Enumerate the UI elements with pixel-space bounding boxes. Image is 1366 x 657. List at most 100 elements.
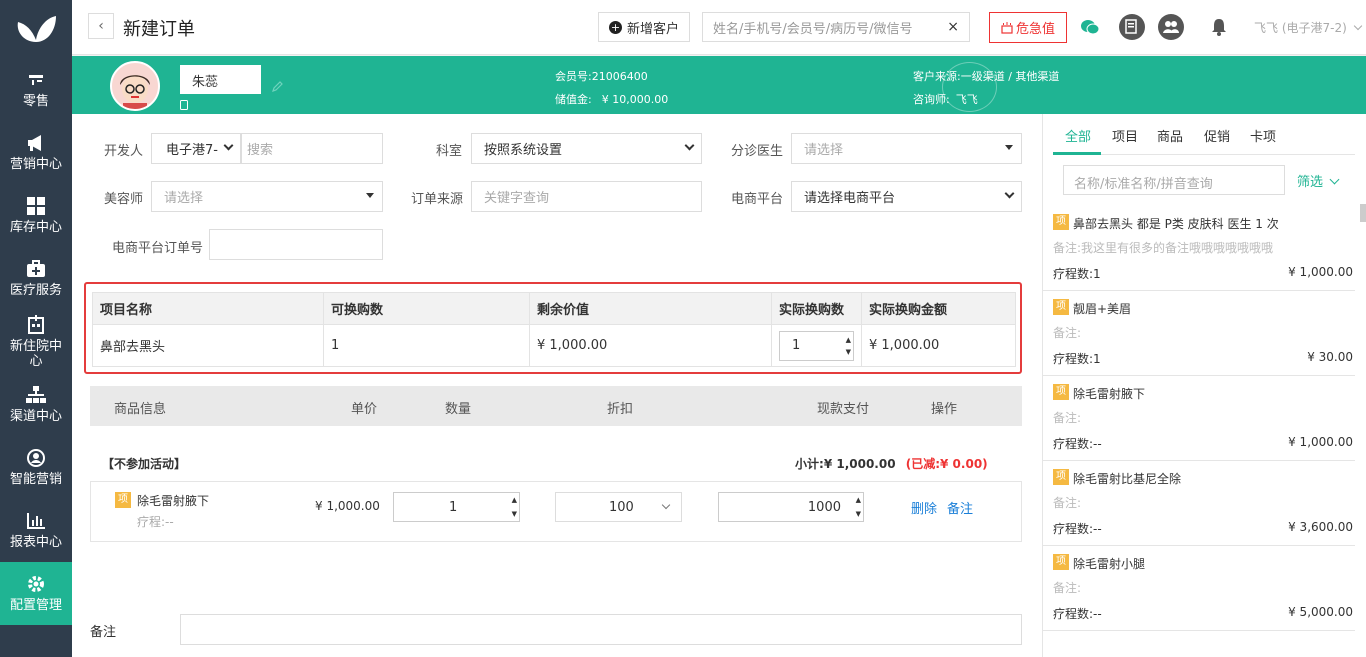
- nav-label: 渠道中心: [9, 409, 62, 424]
- beautician-select[interactable]: 请选择: [151, 181, 383, 212]
- customer-search-input[interactable]: 姓名/手机号/会员号/病历号/微信号 ×: [702, 12, 970, 42]
- subtotal: 小计:¥ 1,000.00 (已减:¥ 0.00): [795, 455, 988, 472]
- col-available: 可换购数: [323, 292, 530, 325]
- list-item[interactable]: 项 靓眉+美眉 备注: 疗程数:1 ¥ 30.00: [1043, 291, 1355, 376]
- table-row: 鼻部去黑头 1 ¥ 1,000.00 1 ▲ ▼ ¥ 1,000.00: [92, 324, 1016, 367]
- activity-label: 【不参加活动】: [102, 457, 187, 471]
- wechat-icon[interactable]: [1077, 14, 1103, 40]
- stepper-down-icon[interactable]: ▼: [512, 510, 517, 518]
- nav-item-channel[interactable]: 渠道中心: [0, 373, 72, 436]
- stored-balance: 储值金: ¥ 10,000.00: [555, 91, 668, 107]
- user-name-label: 飞飞 (电子港7-2): [1254, 21, 1347, 35]
- edit-icon[interactable]: [272, 80, 284, 92]
- list-item[interactable]: 项 除毛雷射比基尼全除 备注: 疗程数:-- ¥ 3,600.00: [1043, 461, 1355, 546]
- nav-label: 配置管理: [9, 598, 62, 613]
- list-item[interactable]: 项 除毛雷射小腿 备注: 疗程数:-- ¥ 5,000.00: [1043, 546, 1355, 631]
- nav-item-inpatient[interactable]: 新住院中心: [0, 310, 72, 373]
- item-title: 除毛雷射腋下: [1073, 387, 1146, 401]
- stepper-down-icon[interactable]: ▼: [856, 510, 861, 518]
- back-button[interactable]: ‹: [88, 13, 114, 39]
- order-source-label: 订单来源: [411, 192, 464, 207]
- caret-down-icon: [366, 193, 374, 198]
- stepper-up-icon[interactable]: ▲: [846, 336, 851, 344]
- megaphone-icon: [26, 133, 46, 153]
- tab-projects[interactable]: 项目: [1112, 126, 1138, 145]
- col-actions: 操作: [931, 402, 958, 417]
- picker-search-input[interactable]: 名称/标准名称/拼音查询: [1063, 165, 1285, 195]
- remark-link[interactable]: 备注: [947, 498, 973, 517]
- nav-item-config[interactable]: 配置管理: [0, 562, 72, 625]
- stepper-up-icon[interactable]: ▲: [512, 496, 517, 504]
- users-icon[interactable]: [1158, 14, 1184, 40]
- cash-stepper[interactable]: 1000 ▲ ▼: [718, 492, 864, 522]
- clear-icon[interactable]: ×: [947, 19, 959, 35]
- item-course: 疗程数:--: [1053, 522, 1102, 536]
- order-form: 开发人 电子港7- 搜索 科室 按照系统设置 分诊医生 请选择 美容师 请选择 …: [72, 114, 1042, 657]
- exchange-table: 项目名称 可换购数 剩余价值 实际换购数 实际换购金额 鼻部去黑头 1 ¥ 1,…: [92, 292, 1016, 367]
- developer-search-input[interactable]: 搜索: [241, 133, 383, 164]
- sidebar-nav: 零售 营销中心 库存中心 医疗服务 新住院中心 渠道中心 智能营销 报表中心 配…: [0, 58, 72, 625]
- butterfly-logo-icon: [17, 16, 57, 42]
- stepper-down-icon[interactable]: ▼: [846, 348, 851, 356]
- customer-bar: 朱蕊 会员号:21006400 储值金: ¥ 10,000.00 客户来源:一级渠…: [72, 56, 1366, 114]
- item-note: 备注:: [1053, 581, 1082, 595]
- item-type-tag: 项: [1053, 384, 1069, 400]
- nav-item-medical[interactable]: 医疗服务: [0, 247, 72, 310]
- order-source-input[interactable]: 关键字查询: [471, 181, 702, 212]
- nav-item-marketing[interactable]: 营销中心: [0, 121, 72, 184]
- nav-item-reports[interactable]: 报表中心: [0, 499, 72, 562]
- alert-icon: [1001, 21, 1013, 34]
- col-unit-price: 单价: [351, 402, 378, 417]
- balance-label: 储值金:: [555, 93, 592, 106]
- developer-select[interactable]: 电子港7-: [151, 133, 241, 164]
- current-user[interactable]: 飞飞 (电子港7-2): [1254, 19, 1362, 36]
- col-discount: 折扣: [607, 402, 634, 417]
- gear-icon: [26, 574, 46, 594]
- remark-input[interactable]: [180, 614, 1022, 645]
- member-label: 会员号:: [555, 70, 592, 83]
- actual-qty-stepper[interactable]: 1 ▲ ▼: [779, 330, 854, 361]
- delete-link[interactable]: 删除: [911, 498, 937, 517]
- tab-promotions[interactable]: 促销: [1204, 126, 1230, 145]
- phone-icon: [180, 100, 188, 110]
- filter-label: 筛选: [1297, 175, 1324, 190]
- item-title: 靓眉+美眉: [1073, 302, 1132, 316]
- tab-goods[interactable]: 商品: [1157, 126, 1183, 145]
- discount-select[interactable]: 100: [555, 492, 682, 522]
- tab-cards[interactable]: 卡项: [1250, 126, 1276, 145]
- picker-scrollbar[interactable]: [1360, 204, 1366, 222]
- new-customer-button[interactable]: + 新增客户: [598, 12, 690, 42]
- dept-select[interactable]: 按照系统设置: [471, 133, 702, 164]
- customer-name-field[interactable]: 朱蕊: [180, 65, 261, 94]
- exchange-table-panel: 项目名称 可换购数 剩余价值 实际换购数 实际换购金额 鼻部去黑头 1 ¥ 1,…: [84, 282, 1022, 374]
- item-note: 备注:: [1053, 496, 1082, 510]
- chevron-down-icon: [1353, 21, 1362, 31]
- stepper-up-icon[interactable]: ▲: [856, 496, 861, 504]
- subtotal-label: 小计:: [795, 457, 824, 471]
- quantity-stepper[interactable]: 1 ▲ ▼: [393, 492, 520, 522]
- actual-qty-value: 1: [792, 338, 801, 353]
- nav-item-inventory[interactable]: 库存中心: [0, 184, 72, 247]
- filter-button[interactable]: 筛选: [1297, 171, 1340, 190]
- ecom-order-input[interactable]: [209, 229, 383, 260]
- nav-item-smart-marketing[interactable]: 智能营销: [0, 436, 72, 499]
- list-item[interactable]: 项 鼻部去黑头 都是 P类 皮肤科 医生 1 次 备注:我这里有很多的备注哦哦哦…: [1043, 206, 1355, 291]
- nav-item-retail[interactable]: 零售: [0, 58, 72, 121]
- document-icon[interactable]: [1119, 14, 1145, 40]
- list-item[interactable]: 项 除毛雷射腋下 备注: 疗程数:-- ¥ 1,000.00: [1043, 376, 1355, 461]
- chevron-down-icon: [684, 140, 695, 151]
- chevron-down-icon: [223, 140, 234, 151]
- danger-value-button[interactable]: 危急值: [989, 12, 1067, 43]
- beautician-value: 请选择: [164, 191, 204, 206]
- tab-all[interactable]: 全部: [1065, 126, 1091, 145]
- member-value: 21006400: [591, 70, 648, 83]
- item-price: ¥ 1,000.00: [1288, 435, 1353, 449]
- triage-select[interactable]: 请选择: [791, 133, 1022, 164]
- grid-icon: [26, 196, 46, 216]
- ecom-select[interactable]: 请选择电商平台: [791, 181, 1022, 212]
- bell-icon[interactable]: [1206, 14, 1232, 40]
- cell-available: 1: [323, 324, 530, 367]
- app-logo[interactable]: [0, 0, 72, 58]
- dept-label: 科室: [436, 144, 463, 159]
- triage-label: 分诊医生: [731, 144, 784, 159]
